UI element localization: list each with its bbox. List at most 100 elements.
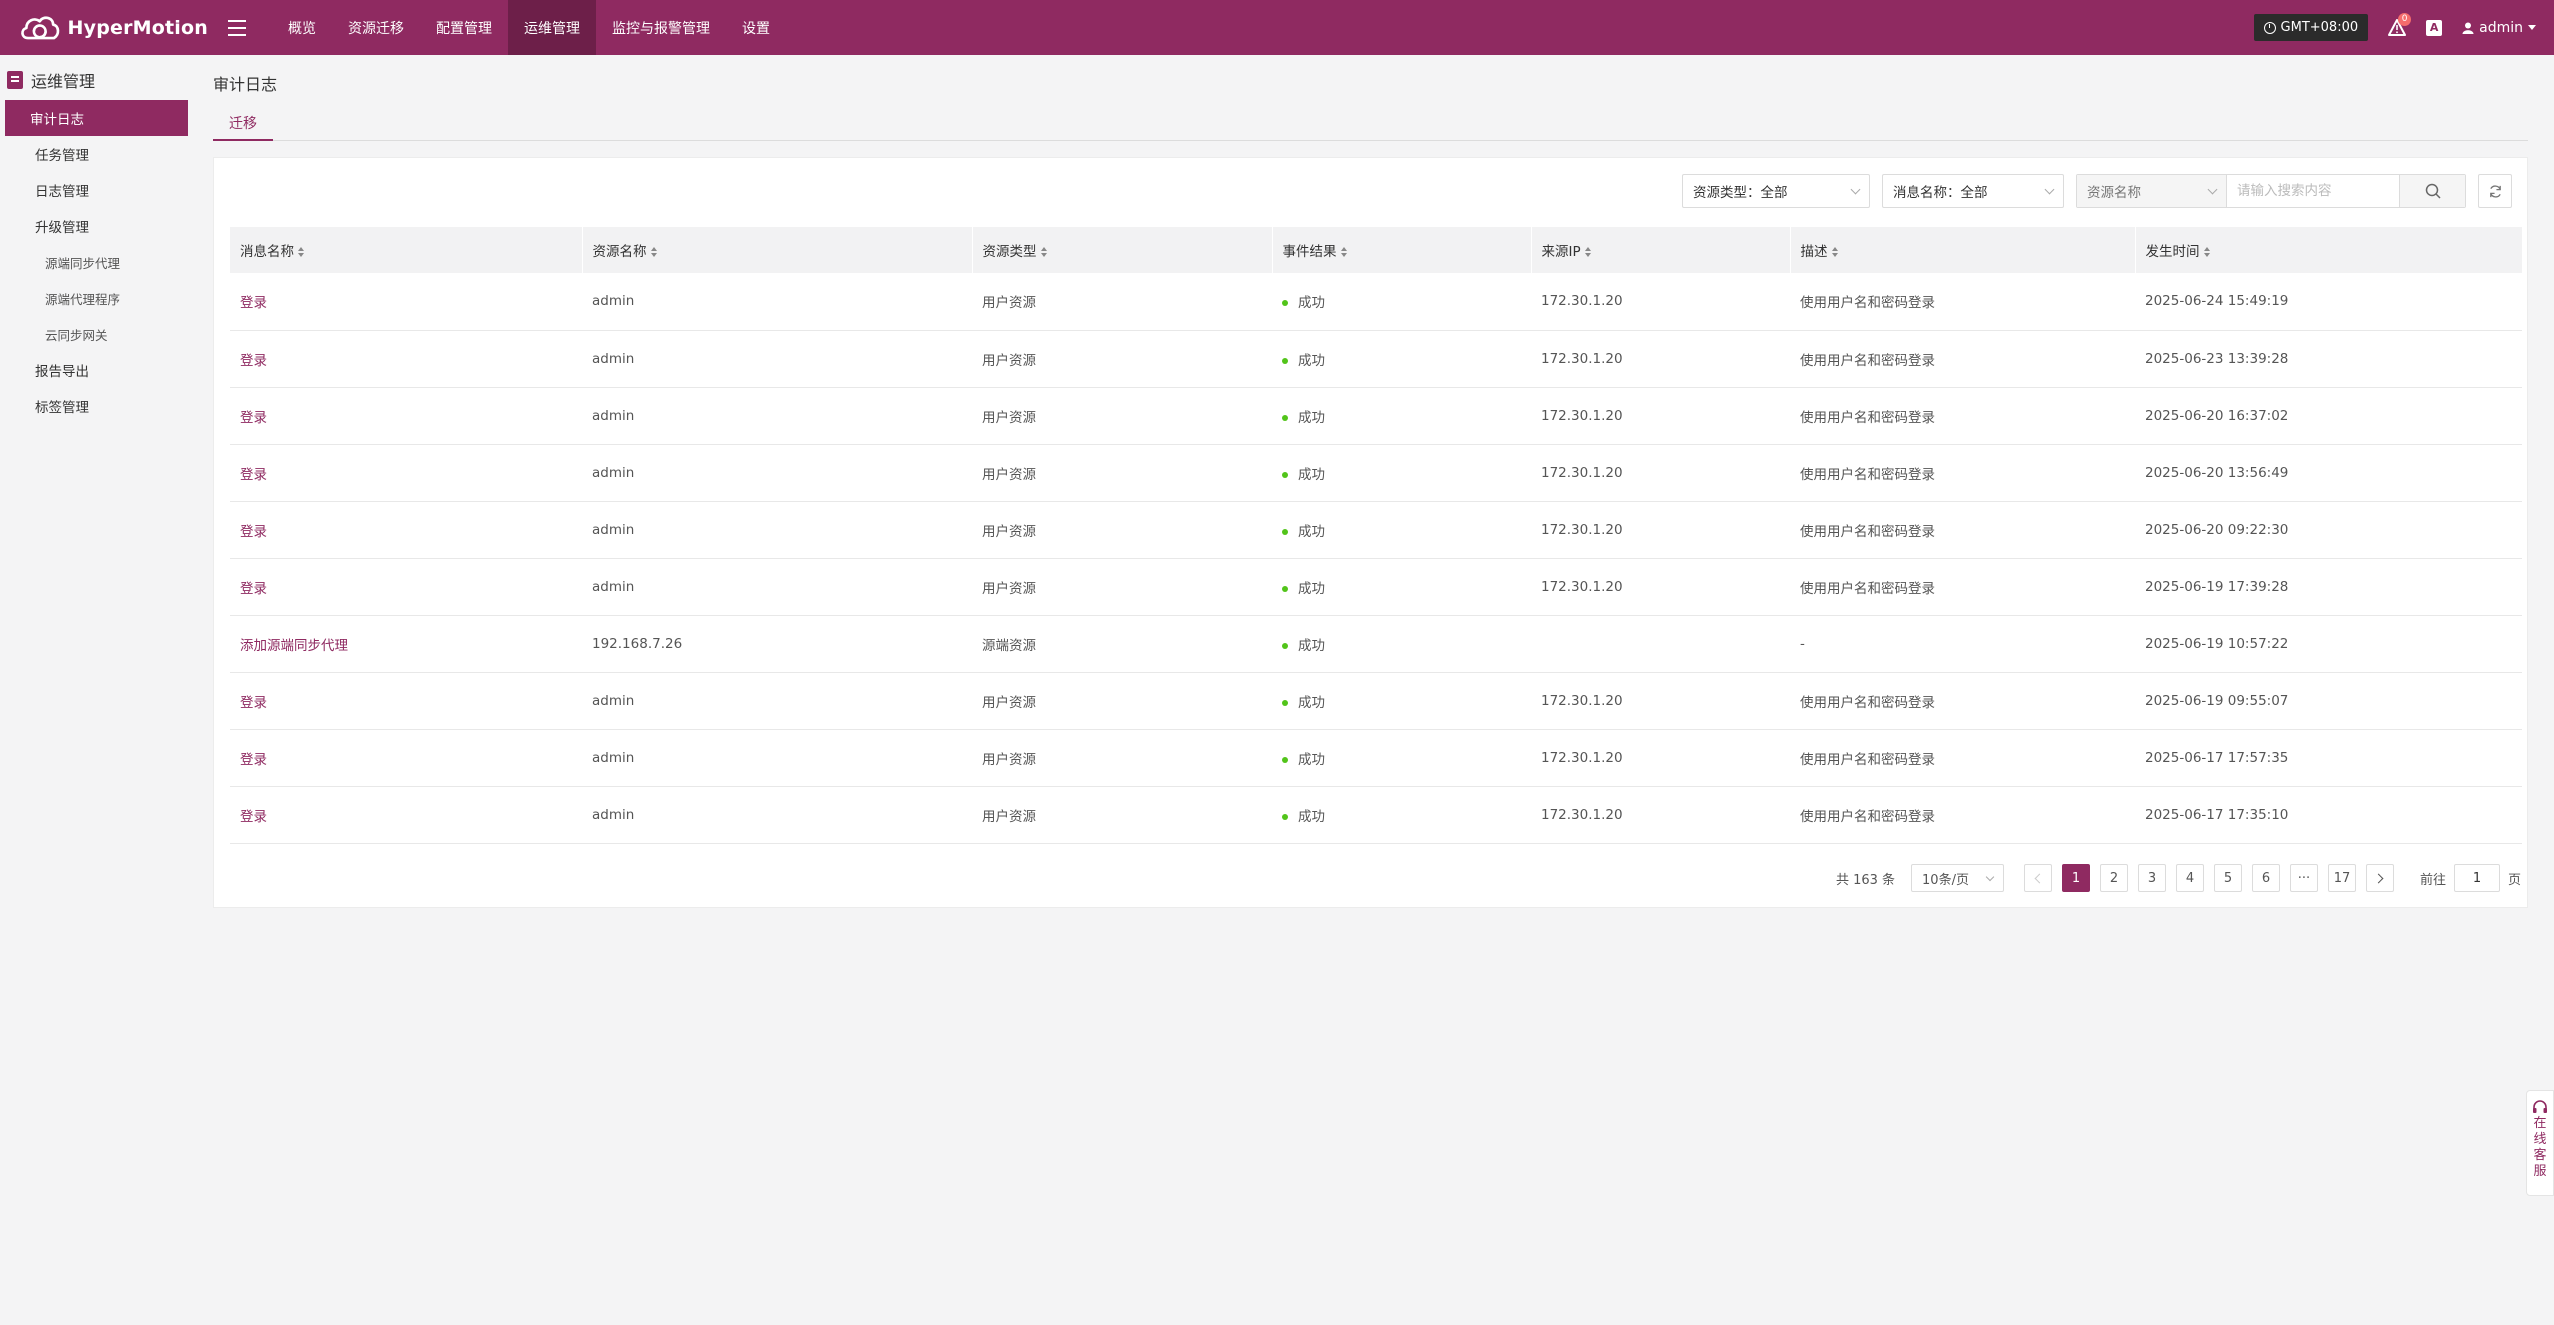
resource-type-select[interactable]: 资源类型：全部 xyxy=(1682,174,1870,208)
ops-icon xyxy=(7,71,23,89)
sidebar-item[interactable]: 审计日志 xyxy=(5,100,188,136)
page-button[interactable]: 4 xyxy=(2175,864,2204,892)
table-row: 登录 admin 用户资源 成功 172.30.1.20 使用用户名和密码登录 2025-0… xyxy=(230,672,2522,729)
message-name-link[interactable]: 登录 xyxy=(230,273,582,330)
cell-text: 成功 xyxy=(1298,751,1325,768)
user-menu[interactable]: admin xyxy=(2462,20,2536,36)
menu-toggle-icon[interactable] xyxy=(228,13,258,43)
cell-text: 成功 xyxy=(1298,466,1325,483)
page-button[interactable]: 17 xyxy=(2327,864,2356,892)
column-header-label: 描述 xyxy=(1800,244,1828,260)
message-name-link[interactable]: 登录 xyxy=(230,729,582,786)
message-name-link[interactable]: 登录 xyxy=(230,558,582,615)
table-cell: 2025-06-19 10:57:22 xyxy=(2135,615,2522,672)
search-input[interactable] xyxy=(2227,175,2399,207)
page-button[interactable]: 3 xyxy=(2137,864,2166,892)
sidebar-item[interactable]: 任务管理 xyxy=(5,136,188,172)
sort-icon[interactable] xyxy=(1340,247,1347,257)
sort-icon[interactable] xyxy=(2203,247,2210,257)
page-button[interactable]: 2 xyxy=(2099,864,2128,892)
cell-text: 172.30.1.20 xyxy=(1541,578,1623,595)
page-ellipsis[interactable]: ··· xyxy=(2289,864,2318,892)
nav-item[interactable]: 设置 xyxy=(726,0,786,55)
sidebar-item[interactable]: 报告导出 xyxy=(5,352,188,388)
nav-item[interactable]: 监控与报警管理 xyxy=(596,0,726,55)
language-icon[interactable]: A xyxy=(2426,19,2443,36)
table-header-row: 消息名称 资源名称 资源类型 事件结果 来源IP 描述 发生时间 xyxy=(230,227,2523,273)
brand-logo[interactable]: HyperMotion xyxy=(18,8,208,48)
page-button[interactable]: 6 xyxy=(2251,864,2280,892)
table-body: 登录 admin 用户资源 成功 172.30.1.20 使用用户名和密码登录 2025-0… xyxy=(230,273,2522,843)
notification-bell-icon[interactable]: 0 xyxy=(2388,12,2412,37)
cell-text: 2025-06-17 17:57:35 xyxy=(2145,749,2289,766)
table-cell: 2025-06-23 13:39:28 xyxy=(2135,330,2522,387)
nav-item[interactable]: 配置管理 xyxy=(420,0,508,55)
column-header[interactable]: 来源IP xyxy=(1531,227,1791,273)
sidebar-item[interactable]: 标签管理 xyxy=(5,388,188,424)
message-name-link[interactable]: 登录 xyxy=(230,444,582,501)
cell-text: 用户资源 xyxy=(982,694,1036,711)
message-name-link[interactable]: 添加源端同步代理 xyxy=(230,615,582,672)
resource-type-value: 资源类型：全部 xyxy=(1693,185,1788,201)
search-button[interactable] xyxy=(2399,175,2465,207)
table-cell: 2025-06-17 17:57:35 xyxy=(2135,729,2522,786)
cell-text: 用户资源 xyxy=(982,466,1036,483)
cell-text: 2025-06-19 17:39:28 xyxy=(2145,578,2289,595)
total-count: 共 163 条 xyxy=(1835,872,1896,888)
column-header[interactable]: 资源类型 xyxy=(972,227,1273,273)
customer-service-label: 服 xyxy=(2533,1164,2547,1179)
sidebar-item[interactable]: 云同步网关 xyxy=(5,316,188,352)
cell-text: 成功 xyxy=(1298,808,1325,825)
column-header-label: 资源名称 xyxy=(592,244,647,260)
message-name-link[interactable]: 登录 xyxy=(230,387,582,444)
sort-icon[interactable] xyxy=(650,247,657,257)
customer-service-button[interactable]: 在线客服 xyxy=(2526,1090,2554,1196)
cell-text: 2025-06-20 16:37:02 xyxy=(2145,407,2289,424)
cell-text: 登录 xyxy=(240,808,267,825)
page-button[interactable]: 5 xyxy=(2213,864,2242,892)
message-name-link[interactable]: 登录 xyxy=(230,501,582,558)
sort-icon[interactable] xyxy=(1831,247,1838,257)
cell-text: 登录 xyxy=(240,352,267,369)
tab-migration[interactable]: 迁移 xyxy=(213,111,273,141)
table-cell: 172.30.1.20 xyxy=(1531,729,1790,786)
sort-icon[interactable] xyxy=(298,247,304,257)
column-header[interactable]: 资源名称 xyxy=(582,227,973,273)
column-header[interactable]: 消息名称 xyxy=(230,227,583,273)
cell-text: 172.30.1.20 xyxy=(1541,464,1623,481)
message-name-select[interactable]: 消息名称：全部 xyxy=(1882,174,2064,208)
message-name-value: 消息名称：全部 xyxy=(1893,185,1988,201)
status-dot-icon xyxy=(1282,528,1288,535)
table-cell: admin xyxy=(582,501,972,558)
search-group: 资源名称 xyxy=(2076,174,2466,208)
message-name-link[interactable]: 登录 xyxy=(230,672,582,729)
cell-text: 用户资源 xyxy=(982,295,1036,312)
sort-icon[interactable] xyxy=(1584,247,1591,257)
nav-item[interactable]: 概览 xyxy=(272,0,332,55)
goto-page-input[interactable] xyxy=(2453,864,2500,892)
sidebar-item[interactable]: 源端同步代理 xyxy=(5,244,188,280)
search-field-select[interactable]: 资源名称 xyxy=(2077,175,2227,207)
message-name-link[interactable]: 登录 xyxy=(230,330,582,387)
table-cell: 成功 xyxy=(1272,558,1531,615)
cell-text: 使用用户名和密码登录 xyxy=(1800,751,1935,768)
sidebar-item[interactable]: 源端代理程序 xyxy=(5,280,188,316)
sidebar-item[interactable]: 升级管理 xyxy=(5,208,188,244)
sidebar-item[interactable]: 日志管理 xyxy=(5,172,188,208)
column-header[interactable]: 描述 xyxy=(1790,227,2136,273)
nav-item[interactable]: 运维管理 xyxy=(508,0,596,55)
cell-text: 使用用户名和密码登录 xyxy=(1800,466,1935,483)
username: admin xyxy=(2479,19,2523,36)
message-name-link[interactable]: 登录 xyxy=(230,786,582,843)
refresh-button[interactable] xyxy=(2478,174,2512,208)
page-size-select[interactable]: 10条/页 xyxy=(1911,864,2004,892)
sort-icon[interactable] xyxy=(1040,247,1047,257)
nav-item[interactable]: 资源迁移 xyxy=(332,0,420,55)
prev-page-button[interactable] xyxy=(2023,864,2052,892)
page-button[interactable]: 1 xyxy=(2061,864,2090,892)
table-cell: 使用用户名和密码登录 xyxy=(1790,672,2135,729)
next-page-button[interactable] xyxy=(2365,864,2394,892)
column-header[interactable]: 发生时间 xyxy=(2135,227,2523,273)
timezone-badge[interactable]: GMT+08:00 xyxy=(2253,14,2369,41)
column-header[interactable]: 事件结果 xyxy=(1272,227,1532,273)
